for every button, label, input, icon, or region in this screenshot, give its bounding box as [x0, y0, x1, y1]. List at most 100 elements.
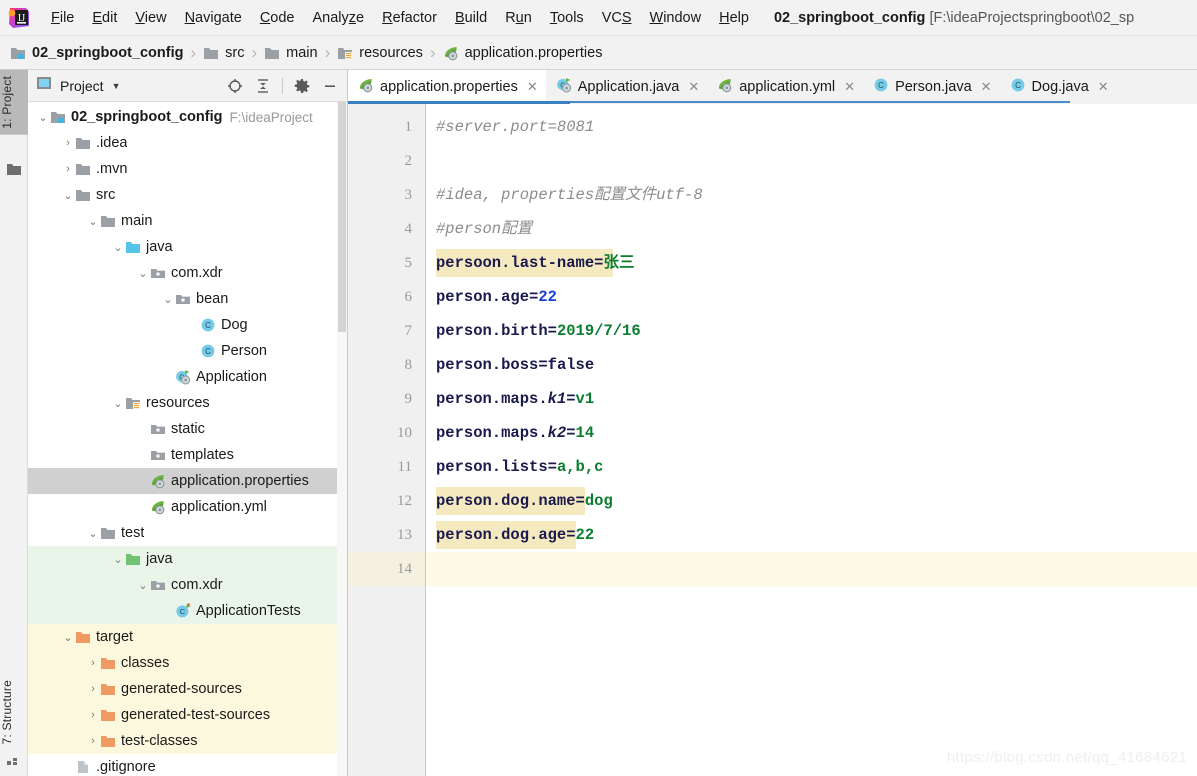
close-icon[interactable]: ✕	[844, 79, 855, 95]
menu-item-build[interactable]: Build	[446, 8, 496, 28]
close-icon[interactable]: ✕	[688, 79, 699, 95]
chevron-right-icon[interactable]: ›	[86, 709, 100, 721]
gear-icon[interactable]	[293, 77, 311, 95]
project-panel-scrollbar[interactable]	[337, 102, 347, 776]
tree-node-generated-sources[interactable]: › generated-sources	[28, 676, 347, 702]
editor-tab-application-yml[interactable]: application.yml ✕	[707, 70, 863, 104]
tree-node-applicationtests[interactable]: C ApplicationTests	[28, 598, 347, 624]
editor-gutter[interactable]: 1 2 3 4 5 6 7 8 9 10 11 12 13 14	[348, 104, 426, 776]
tree-node-target[interactable]: ⌄ target	[28, 624, 347, 650]
breadcrumb-item-src[interactable]: src	[203, 45, 244, 61]
code-line[interactable]: person.maps.k1=v1	[426, 382, 1197, 416]
menu-item-run[interactable]: Run	[496, 8, 541, 28]
menu-item-file[interactable]: File	[42, 8, 83, 28]
tree-node--mvn[interactable]: › .mvn	[28, 156, 347, 182]
breadcrumb-item-application-properties[interactable]: application.properties	[443, 45, 602, 61]
tree-node-application-yml[interactable]: application.yml	[28, 494, 347, 520]
editor-code-lines[interactable]: #server.port=8081 #idea, properties配置文件ut…	[426, 104, 1197, 776]
scrollbar-thumb[interactable]	[338, 102, 346, 332]
tree-node-02_springboot_config[interactable]: ⌄ 02_springboot_config F:\ideaProject	[28, 104, 347, 130]
tree-node-dog[interactable]: C Dog	[28, 312, 347, 338]
chevron-down-icon[interactable]: ⌄	[36, 111, 50, 124]
code-line[interactable]	[426, 144, 1197, 178]
tool-window-button-project[interactable]: 1: Project	[0, 70, 28, 135]
code-line[interactable]: #person配置	[426, 212, 1197, 246]
chevron-down-icon[interactable]: ⌄	[111, 241, 125, 254]
tree-node-test[interactable]: ⌄ test	[28, 520, 347, 546]
editor-tab-dog-java[interactable]: C Dog.java ✕	[1000, 70, 1117, 104]
tree-node-generated-test-sources[interactable]: › generated-test-sources	[28, 702, 347, 728]
menu-item-edit[interactable]: Edit	[83, 8, 126, 28]
tree-node-main[interactable]: ⌄ main	[28, 208, 347, 234]
tree-node-java[interactable]: ⌄ java	[28, 234, 347, 260]
editor-tab-application-java[interactable]: C Application.java ✕	[546, 70, 707, 104]
chevron-right-icon[interactable]: ›	[86, 683, 100, 695]
tree-node-classes[interactable]: › classes	[28, 650, 347, 676]
tree-node-application[interactable]: C Application	[28, 364, 347, 390]
code-line[interactable]	[426, 552, 1197, 586]
chevron-right-icon[interactable]: ›	[86, 657, 100, 669]
chevron-right-icon[interactable]: ›	[86, 735, 100, 747]
chevron-down-icon[interactable]: ⌄	[86, 527, 100, 540]
close-icon[interactable]: ✕	[1098, 79, 1109, 95]
breadcrumb-item-02_springboot_config[interactable]: 02_springboot_config	[10, 45, 183, 61]
locate-icon[interactable]	[226, 77, 244, 95]
code-editor[interactable]: 1 2 3 4 5 6 7 8 9 10 11 12 13 14 #server.port=8081 #id…	[348, 104, 1197, 776]
chevron-down-icon[interactable]: ⌄	[111, 553, 125, 566]
code-line[interactable]: person.birth=2019/7/16	[426, 314, 1197, 348]
code-line[interactable]: person.maps.k2=14	[426, 416, 1197, 450]
menu-item-view[interactable]: View	[126, 8, 175, 28]
tree-node-application-properties[interactable]: application.properties	[28, 468, 347, 494]
menu-item-help[interactable]: Help	[710, 8, 758, 28]
code-line[interactable]: person.lists=a,b,c	[426, 450, 1197, 484]
chevron-right-icon[interactable]: ›	[61, 137, 75, 149]
close-icon[interactable]: ✕	[527, 79, 538, 95]
chevron-down-icon[interactable]: ⌄	[136, 579, 150, 592]
chevron-down-icon[interactable]: ⌄	[61, 631, 75, 644]
menu-item-refactor[interactable]: Refactor	[373, 8, 446, 28]
breadcrumb[interactable]: 02_springboot_config › src › main › resources ›…	[0, 36, 1197, 70]
menu-item-window[interactable]: Window	[641, 8, 711, 28]
menu-item-tools[interactable]: Tools	[541, 8, 593, 28]
menu-item-analyze[interactable]: Analyze	[304, 8, 374, 28]
code-line[interactable]: #server.port=8081	[426, 110, 1197, 144]
menu-item-navigate[interactable]: Navigate	[176, 8, 251, 28]
menu-item-code[interactable]: Code	[251, 8, 304, 28]
chevron-down-icon[interactable]: ⌄	[161, 293, 175, 306]
tree-node-templates[interactable]: templates	[28, 442, 347, 468]
breadcrumb-item-resources[interactable]: resources	[337, 45, 423, 61]
tree-node--idea[interactable]: › .idea	[28, 130, 347, 156]
code-line[interactable]: person.dog.name=dog	[426, 484, 1197, 518]
tree-node-src[interactable]: ⌄ src	[28, 182, 347, 208]
code-line[interactable]: person.age=22	[426, 280, 1197, 314]
tree-node-com-xdr[interactable]: ⌄ com.xdr	[28, 572, 347, 598]
tree-node-resources[interactable]: ⌄ resources	[28, 390, 347, 416]
editor-tab-bar[interactable]: application.properties ✕ C Application.java…	[348, 70, 1197, 104]
close-icon[interactable]: ✕	[981, 79, 992, 95]
editor-tab-application-properties[interactable]: application.properties ✕	[348, 70, 546, 104]
minimize-icon[interactable]	[321, 77, 339, 95]
code-line[interactable]: persoon.last-name=张三	[426, 246, 1197, 280]
collapse-all-icon[interactable]	[254, 77, 272, 95]
tree-node-person[interactable]: C Person	[28, 338, 347, 364]
chevron-down-icon[interactable]: ▼	[112, 81, 121, 91]
code-line[interactable]: person.dog.age=22	[426, 518, 1197, 552]
code-line[interactable]: person.boss=false	[426, 348, 1197, 382]
project-tree[interactable]: ⌄ 02_springboot_config F:\ideaProject › .ide…	[28, 102, 347, 776]
tree-node-static[interactable]: static	[28, 416, 347, 442]
tree-node--gitignore[interactable]: .gitignore	[28, 754, 347, 776]
menu-item-vcs[interactable]: VCS	[593, 8, 641, 28]
tree-node-java[interactable]: ⌄ java	[28, 546, 347, 572]
code-line[interactable]: #idea, properties配置文件utf-8	[426, 178, 1197, 212]
editor-tab-person-java[interactable]: C Person.java ✕	[863, 70, 999, 104]
chevron-down-icon[interactable]: ⌄	[61, 189, 75, 202]
tree-node-bean[interactable]: ⌄ bean	[28, 286, 347, 312]
chevron-right-icon[interactable]: ›	[61, 163, 75, 175]
chevron-down-icon[interactable]: ⌄	[136, 267, 150, 280]
tree-node-test-classes[interactable]: › test-classes	[28, 728, 347, 754]
tool-window-button-structure[interactable]: 7: Structure	[0, 674, 28, 750]
chevron-down-icon[interactable]: ⌄	[111, 397, 125, 410]
tree-node-com-xdr[interactable]: ⌄ com.xdr	[28, 260, 347, 286]
chevron-down-icon[interactable]: ⌄	[86, 215, 100, 228]
breadcrumb-item-main[interactable]: main	[264, 45, 318, 61]
